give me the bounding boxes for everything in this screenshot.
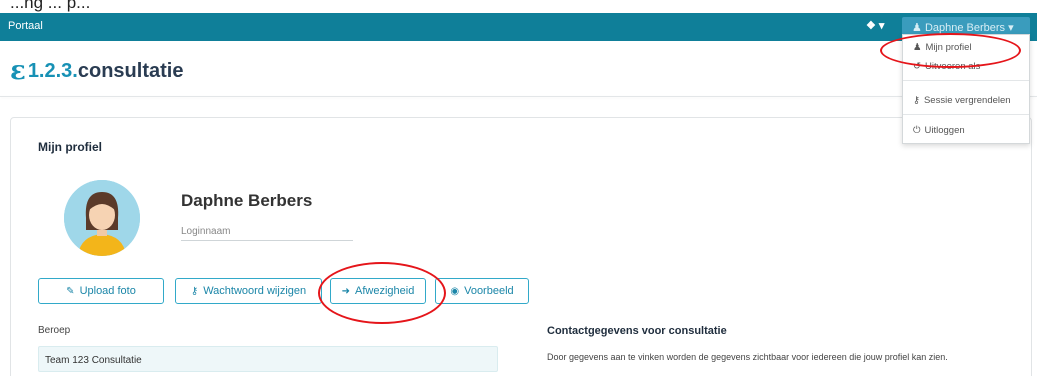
menu-item-run-as[interactable]: ↺ Uitvoeren als (903, 57, 1029, 75)
menu-item-lock-session[interactable]: ⚷ Sessie vergrendelen (903, 91, 1029, 109)
logo-prefix: 1.2.3. (27, 59, 78, 82)
logo-mark-icon: ε (10, 56, 26, 86)
top-navbar: Portaal ❖ ▾ ♟ Daphne Berbers ▾ (0, 13, 1037, 41)
menu-item-label: Uitloggen (924, 124, 965, 136)
menu-item-my-profile[interactable]: ♟ Mijn profiel (903, 38, 1029, 56)
menu-divider (903, 80, 1029, 81)
avatar (64, 180, 140, 256)
logo-word: consultatie (77, 59, 184, 82)
menu-item-logout[interactable]: ⏻ Uitloggen (903, 121, 1029, 139)
caret-down-icon: ▾ (1008, 22, 1014, 34)
menu-item-label: Uitvoeren als (924, 60, 981, 72)
key-icon: ⚷ (190, 285, 199, 297)
user-icon: ♟ (913, 41, 922, 53)
cropped-caption: ...ng ... p... (0, 0, 1037, 13)
info-icon[interactable]: ❖ ▾ (866, 19, 884, 32)
user-icon: ♟ (912, 22, 922, 34)
power-icon: ⏻ (913, 124, 921, 136)
preview-button[interactable]: ◉ Voorbeeld (435, 278, 529, 304)
menu-item-label: Mijn profiel (925, 41, 972, 53)
key-icon: ⚷ (913, 94, 920, 106)
menu-item-label: Sessie vergrendelen (923, 94, 1011, 106)
contact-description: Door gegevens aan te vinken worden de ge… (547, 352, 948, 362)
sign-out-icon: ➜ (341, 285, 351, 297)
upload-photo-label: Upload foto (79, 285, 136, 297)
portal-link[interactable]: Portaal (8, 20, 43, 32)
change-password-label: Wachtwoord wijzigen (203, 285, 307, 297)
app-logo[interactable]: ε 1.2.3. consultatie (10, 56, 183, 86)
menu-divider (903, 114, 1029, 115)
profile-panel (10, 117, 1032, 376)
user-dropdown-menu: ♟ Mijn profiel ↺ Uitvoeren als ⚷ Sessie … (902, 34, 1030, 144)
eye-icon: ◉ (450, 285, 460, 297)
absence-button[interactable]: ➜ Afwezigheid (330, 278, 426, 304)
login-name-field[interactable]: Loginnaam (181, 226, 353, 241)
change-password-button[interactable]: ⚷ Wachtwoord wijzigen (175, 278, 322, 304)
pencil-icon: ✎ (66, 285, 75, 297)
preview-label: Voorbeeld (464, 285, 514, 297)
undo-icon: ↺ (913, 60, 921, 72)
beroep-field[interactable]: Team 123 Consultatie (38, 346, 498, 372)
profile-name: Daphne Berbers (181, 191, 313, 210)
upload-photo-button[interactable]: ✎ Upload foto (38, 278, 164, 304)
contact-heading: Contactgegevens voor consultatie (547, 325, 727, 337)
avatar-illustration (64, 180, 140, 256)
header-divider (0, 96, 1037, 97)
page-title: Mijn profiel (38, 140, 102, 154)
user-name: Daphne Berbers (924, 22, 1006, 34)
beroep-label: Beroep (38, 325, 71, 336)
absence-label: Afwezigheid (355, 285, 415, 297)
